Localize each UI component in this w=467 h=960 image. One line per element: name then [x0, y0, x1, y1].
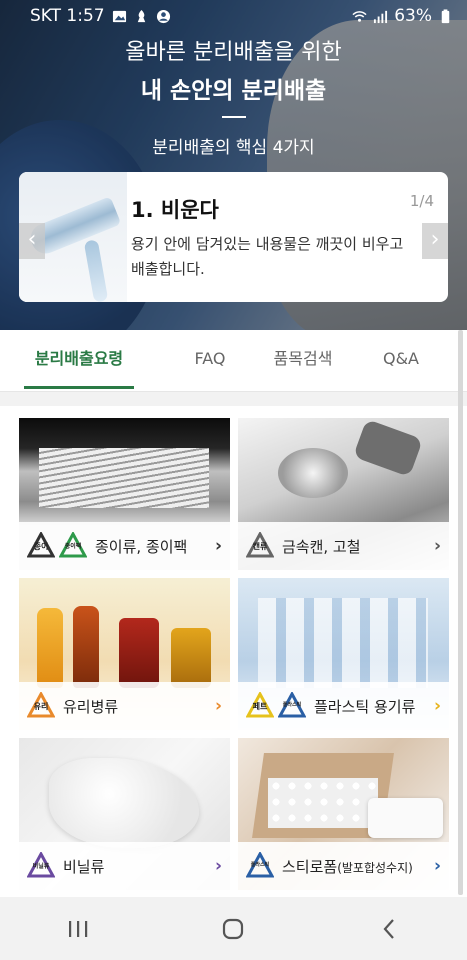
category-styrofoam[interactable]: 플라스틱 스티로폼(발포합성수지) ›	[238, 738, 449, 890]
category-plastic[interactable]: 페트 플라스틱 플라스틱 용기류 ›	[238, 578, 449, 730]
signal-icon	[374, 10, 388, 23]
category-label: 종이류, 종이팩	[95, 537, 188, 556]
glass-bottle-shape	[37, 608, 63, 688]
gallery-icon	[112, 10, 126, 22]
tab-label: 품목검색	[273, 349, 333, 368]
slide-title: 1. 비운다	[131, 198, 219, 222]
carrier-time: SKT 1:57	[30, 6, 105, 26]
category-bar: 종이 종이팩 종이류, 종이팩 ›	[19, 522, 230, 570]
scrollbar[interactable]	[458, 330, 463, 895]
slide-next-button[interactable]: ›	[422, 223, 448, 259]
status-bar: SKT 1:57 63%	[0, 0, 467, 32]
icon-text: 종이	[33, 542, 49, 551]
icon-text: 캔류	[252, 542, 268, 551]
category-label-main: 스티로폼	[282, 857, 338, 876]
tab-item-search[interactable]: 품목검색	[268, 330, 338, 391]
category-label-suffix: (발포합성수지)	[337, 860, 413, 875]
category-paper[interactable]: 종이 종이팩 종이류, 종이팩 ›	[19, 418, 230, 570]
recycle-vinyl-icon: 비닐류	[27, 852, 55, 880]
recycle-glass-icon: 유리	[27, 692, 55, 720]
category-bar: 캔류 금속캔, 고철 ›	[238, 522, 449, 570]
water-stream-shape	[83, 239, 109, 302]
hero-divider	[222, 116, 246, 118]
category-metal[interactable]: 캔류 금속캔, 고철 ›	[238, 418, 449, 570]
newspaper-stack-shape	[39, 448, 209, 508]
category-label: 금속캔, 고철	[282, 537, 361, 556]
category-label: 유리병류	[63, 697, 119, 716]
home-icon	[223, 918, 244, 939]
category-bar: 비닐류 비닐류 ›	[19, 842, 230, 890]
recycle-can-icon: 캔류	[246, 532, 274, 560]
foam-container-shape	[368, 798, 443, 838]
icon-text: 비닐류	[32, 863, 50, 870]
back-icon	[383, 918, 394, 939]
back-button[interactable]	[359, 909, 419, 949]
category-grid: 종이 종이팩 종이류, 종이팩 › 캔류 금속캔, 고철 › 유리 유리병류 ›…	[19, 418, 449, 890]
system-nav-bar	[0, 897, 467, 960]
chevron-right-icon: ›	[430, 227, 440, 252]
can-shape	[352, 418, 424, 478]
tab-guide[interactable]: 분리배출요령	[24, 330, 134, 391]
category-bar: 페트 플라스틱 플라스틱 용기류 ›	[238, 682, 449, 730]
tab-label: 분리배출요령	[34, 349, 124, 368]
tab-qna[interactable]: Q&A	[378, 330, 424, 391]
battery-icon	[441, 8, 450, 23]
foam-balls-shape	[268, 778, 378, 828]
recycle-paper-icon: 종이	[27, 532, 55, 560]
recycle-pet-icon: 페트	[246, 692, 274, 720]
recycle-paperpack-icon: 종이팩	[59, 532, 87, 560]
icon-text: 유리	[33, 702, 49, 711]
battery-percent: 63%	[394, 6, 432, 26]
glass-jar-shape	[119, 618, 159, 688]
hero-title-line1: 올바른 분리배출을 위한	[125, 40, 342, 65]
category-label: 플라스틱 용기류	[314, 697, 416, 716]
notification-icon	[137, 9, 145, 22]
chevron-right-icon: ›	[214, 696, 222, 716]
icon-text: 플라스틱	[282, 702, 302, 708]
slide-prev-button[interactable]: ‹	[19, 223, 45, 259]
icon-text: 종이팩	[64, 543, 82, 550]
recycle-styrofoam-icon: 플라스틱	[246, 852, 274, 880]
can-shape	[278, 448, 348, 498]
slide-pagination: 1/4	[409, 192, 434, 210]
tab-label: FAQ	[194, 349, 226, 368]
category-bar: 플라스틱 스티로폼(발포합성수지) ›	[238, 842, 449, 890]
section-divider	[0, 392, 467, 406]
plastic-bottles-shape	[258, 598, 428, 688]
tab-bar: 분리배출요령 FAQ 품목검색 Q&A	[0, 330, 467, 392]
chevron-right-icon: ›	[433, 856, 441, 876]
chevron-right-icon: ›	[214, 536, 222, 556]
category-vinyl[interactable]: 비닐류 비닐류 ›	[19, 738, 230, 890]
category-bar: 유리 유리병류 ›	[19, 682, 230, 730]
slide-description: 용기 안에 담겨있는 내용물은 깨끗이 비우고 배출합니다.	[131, 235, 404, 278]
plastic-bag-shape	[49, 758, 199, 848]
tab-faq[interactable]: FAQ	[184, 330, 236, 391]
category-glass[interactable]: 유리 유리병류 ›	[19, 578, 230, 730]
account-icon	[156, 9, 170, 23]
wifi-icon	[352, 10, 367, 22]
icon-text: 페트	[252, 702, 268, 711]
home-button[interactable]	[203, 909, 263, 949]
tip-slide-card[interactable]: 1. 비운다 1/4 용기 안에 담겨있는 내용물은 깨끗이 비우고 배출합니다…	[19, 172, 448, 302]
hero-title-line2: 내 손안의 분리배출	[140, 78, 327, 104]
tab-label: Q&A	[382, 349, 419, 368]
category-label: 비닐류	[63, 857, 105, 876]
recycle-plastic-icon: 플라스틱	[278, 692, 306, 720]
chevron-right-icon: ›	[214, 856, 222, 876]
icon-text: 플라스틱	[250, 862, 270, 868]
category-label: 스티로폼(발포합성수지)	[282, 856, 413, 877]
hero-subtitle: 분리배출의 핵심 4가지	[152, 138, 315, 158]
chevron-right-icon: ›	[433, 536, 441, 556]
glass-bottle-shape	[73, 606, 99, 688]
recent-apps-icon	[68, 920, 88, 937]
recent-apps-button[interactable]	[48, 909, 108, 949]
chevron-left-icon: ‹	[27, 227, 37, 252]
glass-jar-shape	[171, 628, 211, 688]
chevron-right-icon: ›	[433, 696, 441, 716]
